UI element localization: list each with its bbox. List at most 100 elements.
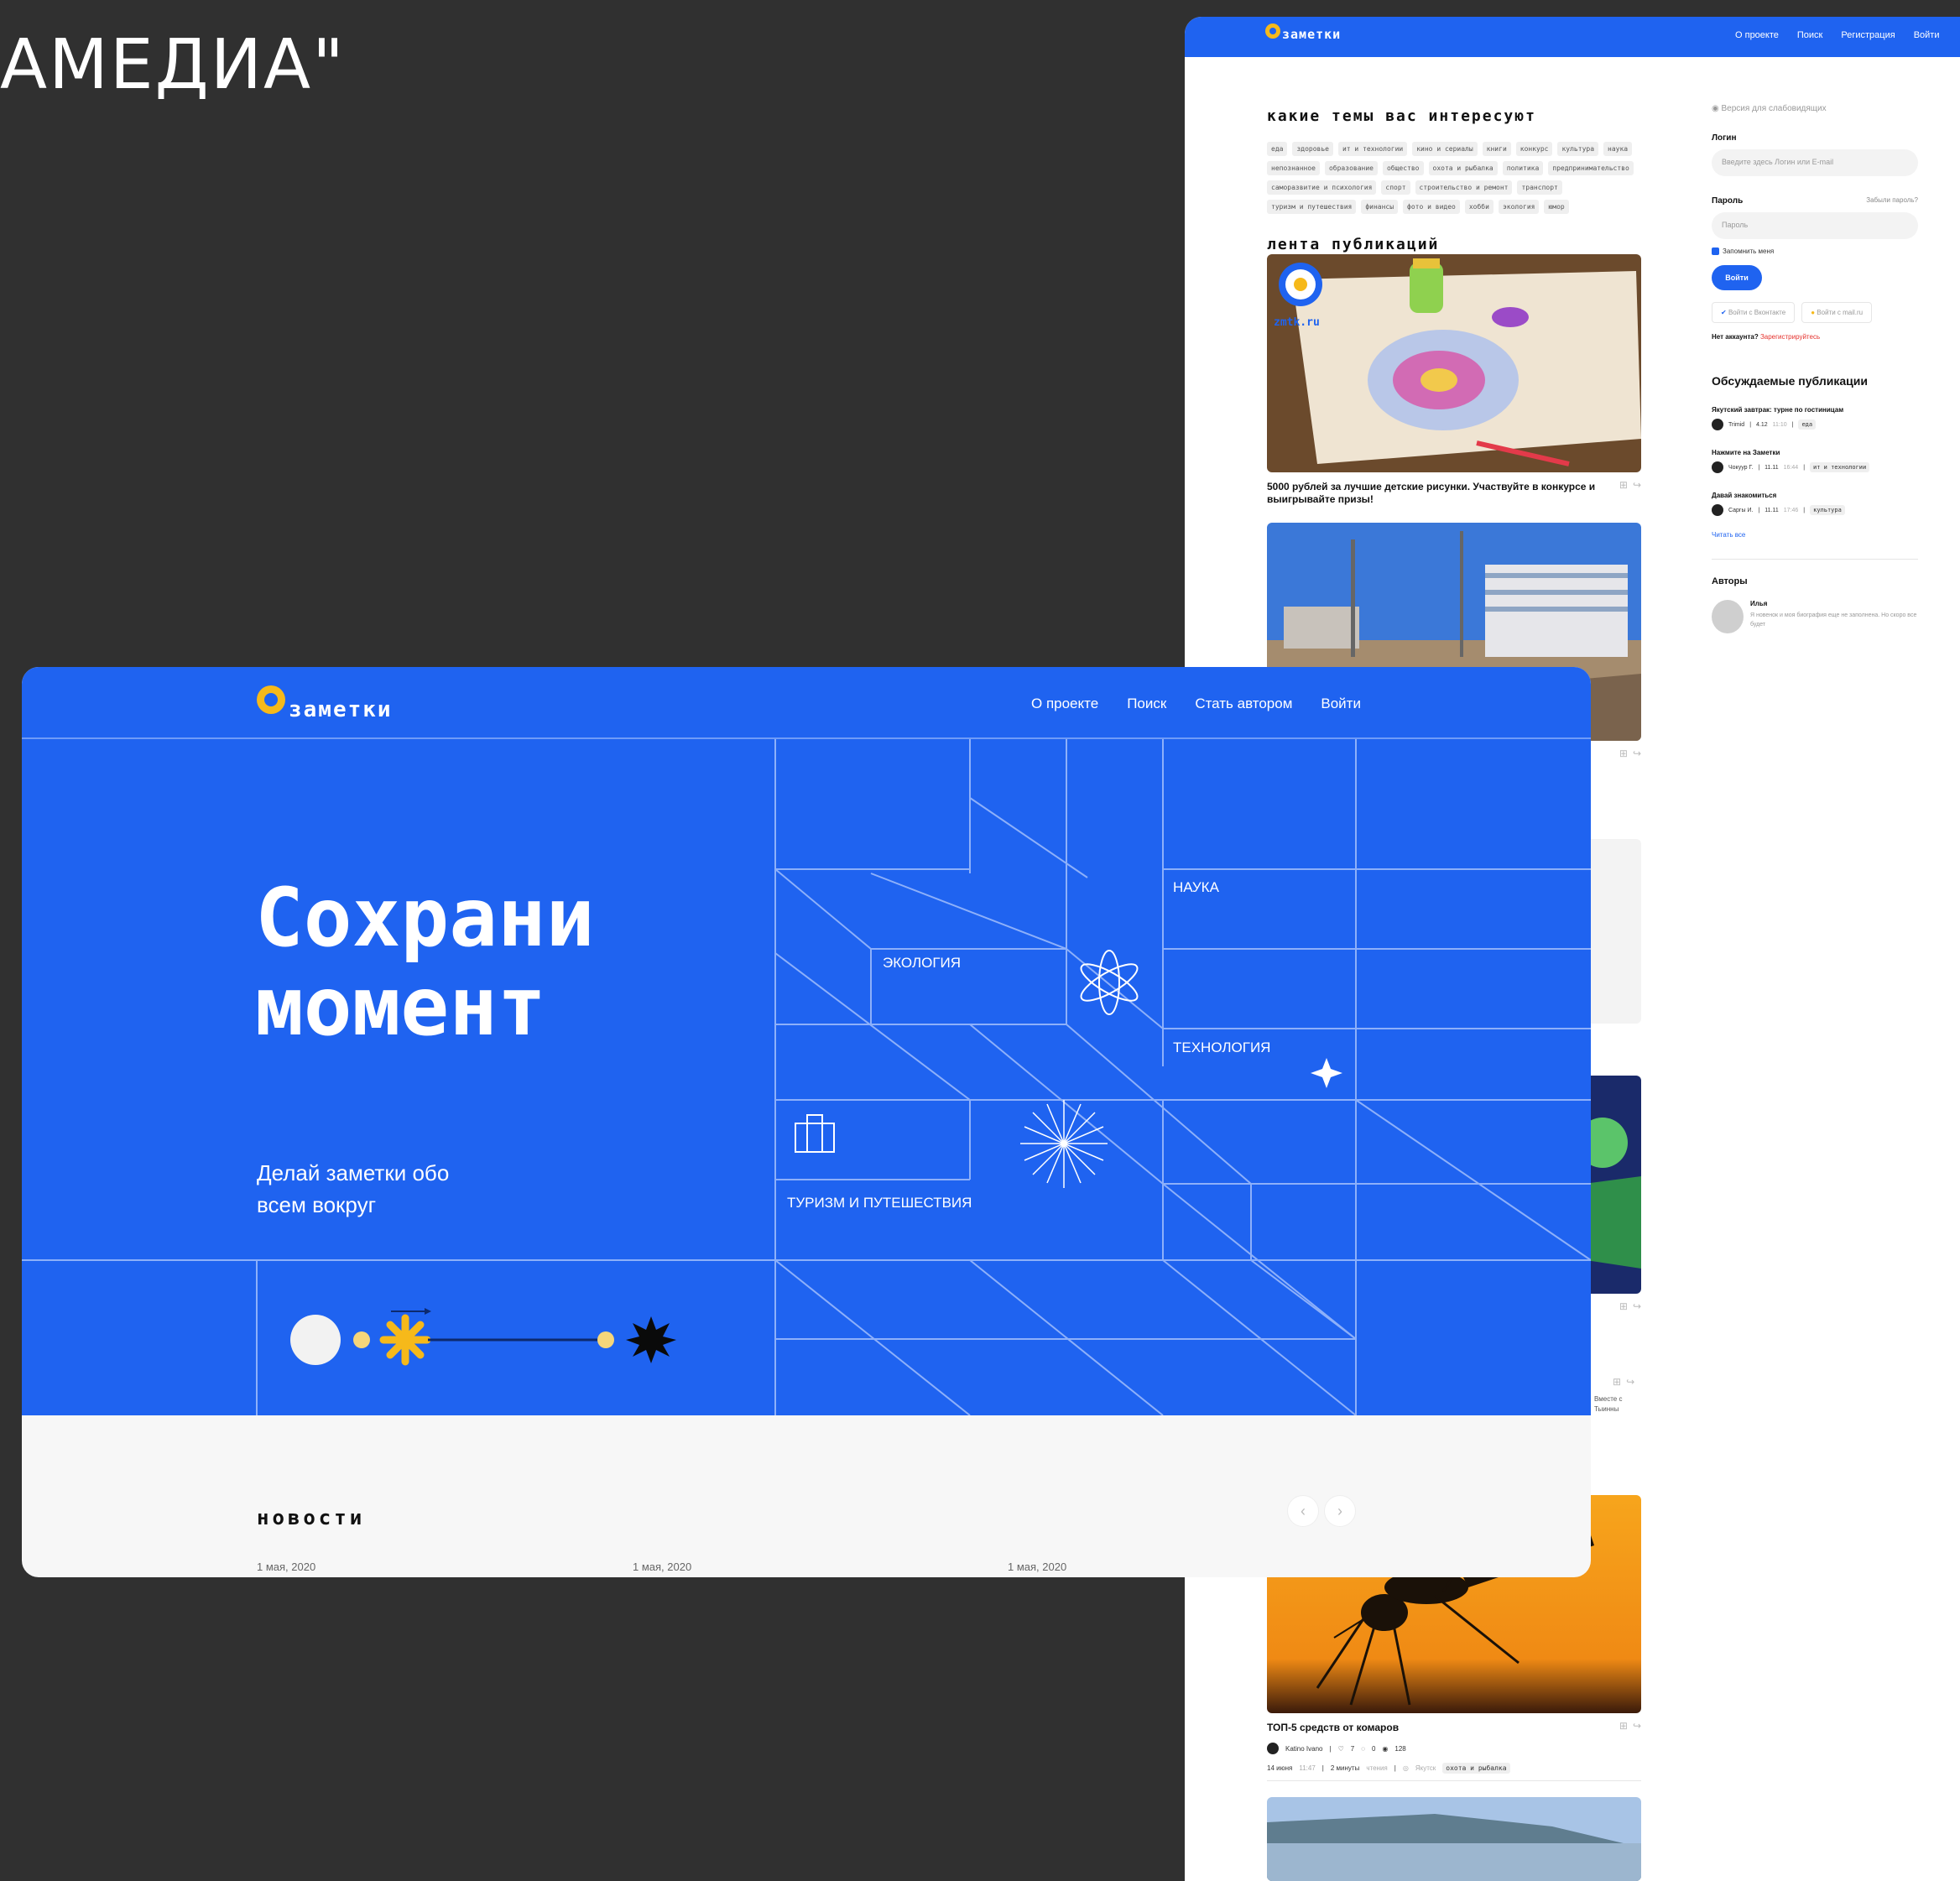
discussed-tag[interactable]: культура [1810, 505, 1845, 515]
nav-login[interactable]: Войти [1914, 30, 1940, 40]
topic-tag[interactable]: финансы [1361, 200, 1399, 214]
nav-register[interactable]: Регистрация [1841, 30, 1895, 40]
news-date: 1 мая, 2020 [1008, 1561, 1067, 1573]
topic-tag[interactable]: охота и рыбалка [1428, 161, 1498, 175]
topic-tag[interactable]: образование [1324, 161, 1378, 175]
topic-tag[interactable]: ит и технологии [1337, 142, 1408, 156]
topic-tag[interactable]: культура [1557, 142, 1599, 156]
topic-tag[interactable]: конкурс [1515, 142, 1553, 156]
share-icon[interactable]: ↪ [1626, 1376, 1634, 1388]
login-input[interactable]: Введите здесь Логин или E-mail [1712, 149, 1918, 176]
avatar[interactable] [1712, 504, 1723, 516]
views-count: 128 [1394, 1744, 1406, 1753]
prev-arrow-button[interactable]: ‹ [1287, 1495, 1319, 1527]
topic-tag[interactable]: предпринимательство [1548, 161, 1634, 175]
avatar[interactable] [1712, 600, 1744, 633]
topic-tag[interactable]: фото и видео [1403, 200, 1460, 214]
share-icon[interactable]: ↪ [1633, 748, 1641, 759]
checkbox[interactable] [1712, 248, 1719, 255]
discussed-title[interactable]: Давай знакомиться [1712, 492, 1918, 499]
discussed-meta: Чокуур Г. | 11.11 16:44 | ит и технологии [1712, 461, 1918, 473]
logo[interactable]: заметки [257, 685, 393, 722]
nav-about[interactable]: О проекте [1031, 696, 1098, 712]
login-button[interactable]: Войти [1712, 265, 1762, 290]
bookmark-icon[interactable]: ⊞ [1619, 479, 1628, 491]
post-title[interactable]: ТОП-5 средств от комаров [1267, 1722, 1603, 1734]
share-icon[interactable]: ↪ [1633, 1720, 1641, 1732]
vk-login-button[interactable]: ✔ Войти с Вконтакте [1712, 302, 1796, 323]
heart-icon[interactable]: ♡ [1338, 1745, 1344, 1753]
avatar[interactable] [1712, 419, 1723, 430]
topic-tag[interactable]: еда [1267, 142, 1288, 156]
chevron-right-icon: › [1337, 1502, 1342, 1519]
topic-tag[interactable]: туризм и путешествия [1267, 200, 1357, 214]
share-icon[interactable]: ↪ [1633, 1300, 1641, 1312]
topic-tag[interactable]: непознанное [1267, 161, 1320, 175]
discussed-meta: Саргы И. | 11.11 17:46 | культура [1712, 504, 1918, 516]
chevron-left-icon: ‹ [1301, 1502, 1306, 1519]
share-icon[interactable]: ↪ [1633, 479, 1641, 491]
logo-text: заметки [289, 697, 393, 722]
password-input[interactable]: Пароль [1712, 212, 1918, 239]
discussed-author[interactable]: Чокуур Г. [1728, 465, 1753, 471]
remember-me[interactable]: Запомнить меня [1712, 248, 1918, 255]
bookmark-icon[interactable]: ⊞ [1613, 1376, 1621, 1388]
author-item[interactable]: Илья Я новенок и моя биография еще не за… [1712, 600, 1918, 633]
discussed-tag[interactable]: еда [1798, 419, 1817, 430]
topic-tag[interactable]: политика [1502, 161, 1544, 175]
forgot-password-link[interactable]: Забыли пароль? [1866, 196, 1918, 204]
read-all-link[interactable]: Читать все [1712, 531, 1918, 539]
mailru-login-button[interactable]: ● Войти с mail.ru [1801, 302, 1873, 323]
discussed-item[interactable]: Якутский завтрак: турне по гостиницам Tri… [1712, 406, 1918, 430]
topic-tag[interactable]: спорт [1381, 180, 1410, 195]
topic-tag[interactable]: здоровье [1292, 142, 1333, 156]
nav-search[interactable]: Поиск [1127, 696, 1166, 712]
post-image[interactable] [1267, 1797, 1641, 1881]
post-image[interactable]: zmtk.ru [1267, 254, 1641, 472]
discussed-item[interactable]: Давай знакомиться Саргы И. | 11.11 17:46 | кул… [1712, 492, 1918, 516]
header: заметки О проекте Поиск Стать автором Во… [22, 667, 1591, 739]
main-column: какие темы вас интересуют еда здоровье ит … [1267, 57, 1641, 253]
next-arrow-button[interactable]: › [1324, 1495, 1356, 1527]
bookmark-icon[interactable]: ⊞ [1619, 1720, 1628, 1732]
discussed-tag[interactable]: ит и технологии [1810, 462, 1870, 472]
topic-tag[interactable]: транспорт [1517, 180, 1562, 195]
discussed-author[interactable]: Trimid [1728, 422, 1744, 428]
topic-tag[interactable]: хобби [1464, 200, 1493, 214]
discussed-title[interactable]: Нажмите на Заметки [1712, 449, 1918, 456]
register-link[interactable]: Зарегистрируйтесь [1760, 333, 1820, 341]
post-author[interactable]: Katino Ivano [1285, 1745, 1322, 1753]
author-name[interactable]: Илья [1750, 600, 1918, 607]
avatar[interactable] [1712, 461, 1723, 473]
bookmark-icon[interactable]: ⊞ [1619, 748, 1628, 759]
comment-icon: ◌ [1361, 1744, 1365, 1753]
accessibility-link[interactable]: ◉ Версия для слабовидящих [1712, 104, 1918, 113]
hero: НАУКА ЭКОЛОГИЯ ТЕХНОЛОГИЯ ТУРИЗМ И ПУТЕШ… [22, 739, 1591, 1415]
discussed-title[interactable]: Якутский завтрак: турне по гостиницам [1712, 406, 1918, 414]
nav-login[interactable]: Войти [1321, 696, 1361, 712]
topic-tag[interactable]: книги [1482, 142, 1511, 156]
post-card[interactable] [1267, 1797, 1641, 1881]
bookmark-icon[interactable]: ⊞ [1619, 1300, 1628, 1312]
topic-tag[interactable]: общество [1382, 161, 1424, 175]
post-title[interactable]: 5000 рублей за лучшие детские рисунки. У… [1267, 481, 1603, 506]
password-label-row: Пароль Забыли пароль? [1712, 196, 1918, 206]
nav-become-author[interactable]: Стать автором [1195, 696, 1292, 712]
topic-tag[interactable]: саморазвитие и психология [1267, 180, 1377, 195]
avatar[interactable] [1267, 1743, 1279, 1754]
nav-search[interactable]: Поиск [1797, 30, 1822, 40]
discussed-author[interactable]: Саргы И. [1728, 508, 1753, 513]
news-title: новости [257, 1506, 366, 1529]
discussed-item[interactable]: Нажмите на Заметки Чокуур Г. | 11.11 16:44 | и… [1712, 449, 1918, 473]
topic-tag[interactable]: кино и сериалы [1412, 142, 1478, 156]
partial-text: Вместе с Тыинны [1594, 1395, 1623, 1413]
topic-tag[interactable]: наука [1603, 142, 1633, 156]
nav-about[interactable]: О проекте [1735, 30, 1779, 40]
logo[interactable]: заметки [1265, 23, 1341, 42]
topic-tag[interactable]: строительство и ремонт [1415, 180, 1513, 195]
post-card[interactable]: zmtk.ru ⊞ ↪ 5000 рублей за лучшие детски… [1267, 254, 1641, 506]
discussed-meta: Trimid | 4.12 11:10 | еда [1712, 419, 1918, 430]
post-tag[interactable]: охота и рыбалка [1442, 1763, 1510, 1774]
topic-tag[interactable]: юмор [1544, 200, 1569, 214]
topic-tag[interactable]: экология [1498, 200, 1540, 214]
